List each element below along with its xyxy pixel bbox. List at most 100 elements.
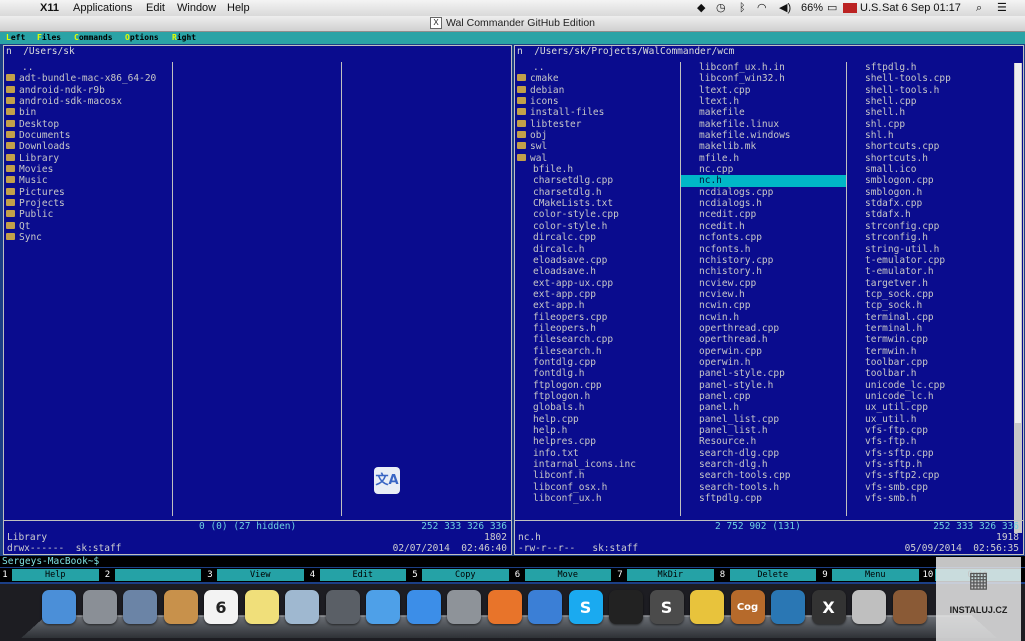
file-item[interactable]: color-style.cpp [515, 209, 680, 220]
firefox-icon[interactable] [488, 590, 522, 624]
menu-left[interactable]: Left [6, 32, 25, 44]
file-item[interactable]: Resource.h [681, 436, 846, 447]
shell-prompt[interactable]: Sergeys-MacBook~$ [0, 556, 1025, 567]
file-item[interactable]: search-dlg.h [681, 459, 846, 470]
file-item[interactable]: vfs-sftp2.cpp [847, 470, 1012, 481]
folder-item[interactable]: swl [515, 141, 680, 152]
file-item[interactable]: nchistory.cpp [681, 255, 846, 266]
books-icon[interactable] [893, 590, 927, 624]
file-item[interactable]: shl.cpp [847, 119, 1012, 130]
file-item[interactable]: ncedit.cpp [681, 209, 846, 220]
file-item[interactable]: libconf_win32.h [681, 73, 846, 84]
folder-item[interactable]: bin [4, 107, 172, 118]
parent-dir-item[interactable]: .. [4, 62, 172, 73]
file-item[interactable]: terminal.cpp [847, 312, 1012, 323]
file-item[interactable]: termwin.h [847, 346, 1012, 357]
file-item[interactable]: vfs-ftp.h [847, 436, 1012, 447]
file-item[interactable]: color-style.h [515, 221, 680, 232]
file-item[interactable]: fileopers.h [515, 323, 680, 334]
file-item[interactable]: panel.h [681, 402, 846, 413]
file-item[interactable]: operwin.cpp [681, 346, 846, 357]
file-item[interactable]: makefile [681, 107, 846, 118]
file-item[interactable]: makefile.windows [681, 130, 846, 141]
folder-item[interactable]: Pictures [4, 187, 172, 198]
menubar-app-name[interactable]: X11 [40, 1, 59, 15]
file-item[interactable]: ext-app-ux.cpp [515, 278, 680, 289]
file-item[interactable]: terminal.h [847, 323, 1012, 334]
file-item[interactable]: ftplogon.h [515, 391, 680, 402]
bluetooth-icon[interactable]: ᛒ [739, 1, 746, 15]
folder-item[interactable]: wal [515, 153, 680, 164]
spotlight-icon[interactable]: ⌕ [976, 1, 982, 15]
menubar-help[interactable]: Help [227, 1, 250, 15]
fkey-8[interactable]: 8 Delete [718, 569, 819, 581]
file-item[interactable]: ux_util.cpp [847, 402, 1012, 413]
skype-icon[interactable]: S [569, 590, 603, 624]
file-item[interactable]: libconf_ux.h [515, 493, 680, 504]
file-item[interactable]: ncwin.h [681, 312, 846, 323]
file-item[interactable]: small.ico [847, 164, 1012, 175]
file-item[interactable]: shl.h [847, 130, 1012, 141]
left-file-panel[interactable]: n /Users/sk .. adt-bundle-mac-x86_64-20 an… [3, 45, 512, 555]
menu-options[interactable]: Options [125, 32, 159, 44]
right-panel-scroll-thumb[interactable] [1015, 63, 1021, 423]
mail-icon[interactable] [123, 590, 157, 624]
file-item[interactable]: targetver.h [847, 278, 1012, 289]
folder-item[interactable]: Projects [4, 198, 172, 209]
file-item[interactable]: tcp_sock.cpp [847, 289, 1012, 300]
folder-item[interactable]: Music [4, 175, 172, 186]
folder-item[interactable]: android-ndk-r9b [4, 85, 172, 96]
file-item[interactable]: strconfig.cpp [847, 221, 1012, 232]
notification-center-icon[interactable]: ☰ [997, 1, 1007, 15]
file-item[interactable]: vfs-ftp.cpp [847, 425, 1012, 436]
fkey-1[interactable]: 1 Help [0, 569, 101, 581]
file-item[interactable]: sftpdlg.h [847, 62, 1012, 73]
file-item[interactable]: fontdlg.cpp [515, 357, 680, 368]
folder-item[interactable]: Documents [4, 130, 172, 141]
file-item[interactable]: charsetdlg.cpp [515, 175, 680, 186]
fkey-5[interactable]: 5 Copy [410, 569, 511, 581]
file-item[interactable]: tcp_sock.h [847, 300, 1012, 311]
folder-item[interactable]: Downloads [4, 141, 172, 152]
file-item[interactable]: t-emulator.h [847, 266, 1012, 277]
file-item[interactable]: vfs-sftp.cpp [847, 448, 1012, 459]
file-item[interactable]: shell.cpp [847, 96, 1012, 107]
file-item[interactable]: panel-style.h [681, 380, 846, 391]
file-item[interactable]: smblogon.h [847, 187, 1012, 198]
file-item[interactable]: eloadsave.h [515, 266, 680, 277]
file-item[interactable]: libconf_osx.h [515, 482, 680, 493]
file-item[interactable]: makelib.mk [681, 141, 846, 152]
menubar-window[interactable]: Window [177, 1, 216, 15]
file-item[interactable]: t-emulator.cpp [847, 255, 1012, 266]
sublime-icon[interactable]: S [650, 590, 684, 624]
contacts-icon[interactable] [164, 590, 198, 624]
terminal-icon[interactable] [609, 590, 643, 624]
fkey-4[interactable]: 4 Edit [308, 569, 409, 581]
file-item[interactable]: shell-tools.h [847, 85, 1012, 96]
menu-right[interactable]: Right [172, 32, 196, 44]
appstore-icon[interactable] [407, 590, 441, 624]
file-item[interactable]: nc.h [681, 175, 846, 186]
file-item[interactable]: vfs-sftp.h [847, 459, 1012, 470]
file-item[interactable]: smblogon.cpp [847, 175, 1012, 186]
time-machine-icon[interactable]: ◷ [716, 1, 726, 15]
file-item[interactable]: ncwin.cpp [681, 300, 846, 311]
file-item[interactable]: ncview.cpp [681, 278, 846, 289]
file-item[interactable]: ux_util.h [847, 414, 1012, 425]
right-panel-scrollbar[interactable] [1014, 63, 1022, 533]
fkey-3[interactable]: 3 View [205, 569, 306, 581]
file-item[interactable]: ncdialogs.h [681, 198, 846, 209]
file-item[interactable]: fileopers.cpp [515, 312, 680, 323]
file-item[interactable]: charsetdlg.h [515, 187, 680, 198]
file-item[interactable]: ltext.cpp [681, 85, 846, 96]
file-item[interactable]: vfs-smb.h [847, 493, 1012, 504]
folder-item[interactable]: icons [515, 96, 680, 107]
file-item[interactable]: filesearch.h [515, 346, 680, 357]
folder-item[interactable]: obj [515, 130, 680, 141]
file-item[interactable]: filesearch.cpp [515, 334, 680, 345]
volume-icon[interactable]: ◀) [779, 1, 791, 15]
file-item[interactable]: termwin.cpp [847, 334, 1012, 345]
facetime-icon[interactable] [326, 590, 360, 624]
file-item[interactable]: search-tools.cpp [681, 470, 846, 481]
folder-item[interactable]: Public [4, 209, 172, 220]
